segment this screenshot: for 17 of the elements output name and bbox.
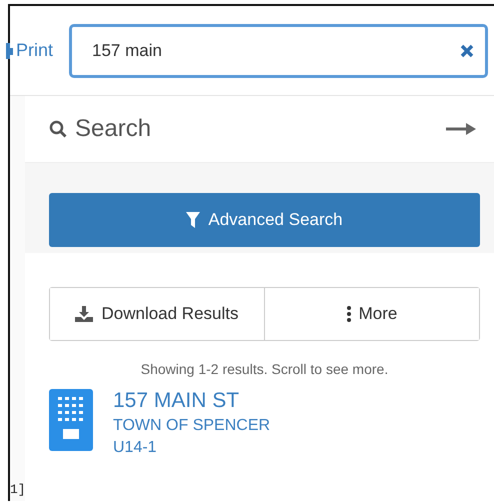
results-note: Showing 1-2 results. Scroll to see more. [140, 361, 390, 377]
result-title[interactable]: 157 MAIN ST [113, 389, 270, 413]
search-field[interactable]: 157 main [69, 24, 488, 78]
result-id: U14-1 [113, 439, 158, 457]
filter-icon [186, 212, 200, 228]
print-link[interactable]: Print [6, 40, 54, 61]
building-icon [49, 389, 93, 451]
more-icon [346, 306, 351, 322]
search-icon [49, 120, 67, 138]
download-icon [75, 306, 94, 322]
result-town: TOWN OF SPENCER [113, 417, 270, 435]
panel-title: Search [75, 115, 152, 143]
close-icon[interactable] [460, 44, 474, 58]
advanced-search-button[interactable]: Advanced Search [49, 193, 480, 247]
more-button[interactable]: More [264, 288, 479, 340]
arrow-right-icon[interactable] [446, 123, 476, 135]
map-label: 1] [10, 482, 25, 497]
